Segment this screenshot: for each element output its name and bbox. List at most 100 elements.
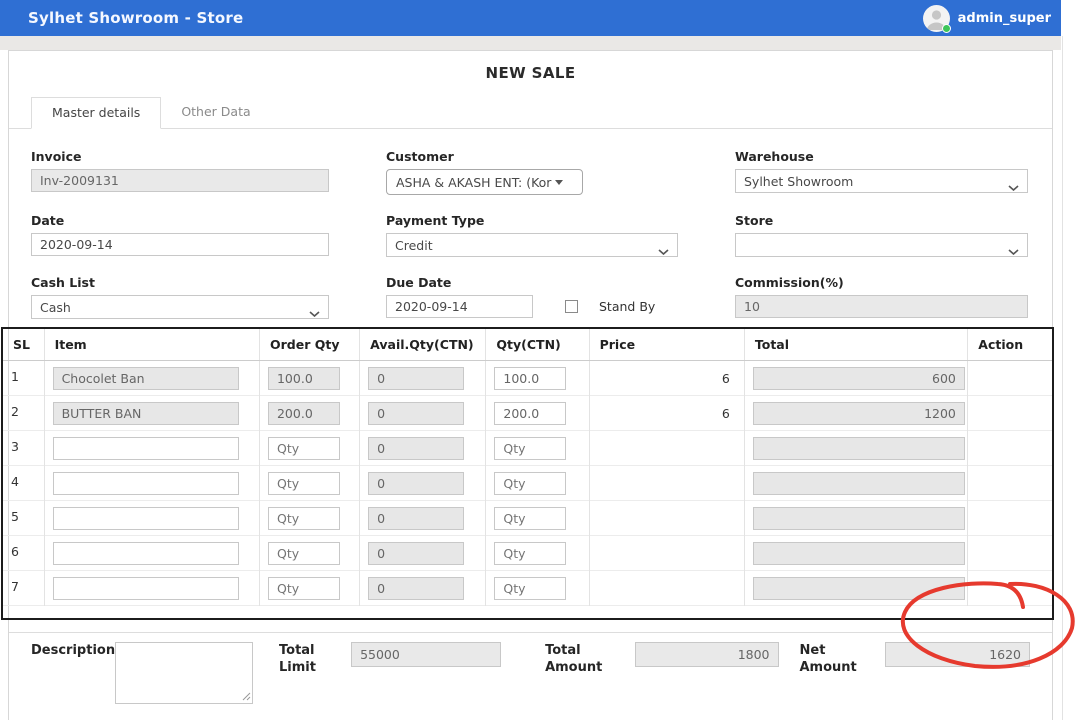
- action-cell: [968, 571, 1053, 606]
- header-shadow-strip: [0, 36, 1061, 50]
- item-input[interactable]: [53, 402, 239, 425]
- store-select[interactable]: [735, 233, 1028, 257]
- avail-qty-cell: [360, 396, 486, 431]
- cash-list-select[interactable]: Cash: [31, 295, 329, 319]
- customer-dropdown[interactable]: ASHA & AKASH ENT: (Kor: [386, 169, 583, 195]
- total-cell: [744, 396, 967, 431]
- stand-by-checkbox[interactable]: [565, 300, 578, 313]
- price-cell: [589, 536, 744, 571]
- qty-input[interactable]: [494, 542, 566, 565]
- tab-bar: Master details Other Data: [9, 97, 1052, 129]
- chevron-down-icon: [1008, 243, 1019, 257]
- col-order-qty: Order Qty: [259, 328, 359, 361]
- row-sl: 2: [2, 396, 44, 431]
- avail-qty-input[interactable]: [368, 577, 464, 600]
- item-input[interactable]: [53, 542, 239, 565]
- avail-qty-input[interactable]: [368, 507, 464, 530]
- total-input[interactable]: [753, 472, 965, 495]
- invoice-label: Invoice: [31, 149, 329, 164]
- chevron-down-icon: [309, 305, 320, 319]
- order-qty-input[interactable]: [268, 437, 340, 460]
- order-qty-input[interactable]: [268, 367, 340, 390]
- total-amount-input[interactable]: [635, 642, 779, 667]
- online-status-dot: [942, 24, 951, 33]
- item-input[interactable]: [53, 367, 239, 390]
- qty-input[interactable]: [494, 367, 566, 390]
- qty-input[interactable]: [494, 472, 566, 495]
- warehouse-select[interactable]: Sylhet Showroom: [735, 169, 1028, 193]
- tab-master-details[interactable]: Master details: [31, 97, 161, 129]
- user-avatar[interactable]: [923, 5, 950, 32]
- total-amount-label: Total Amount: [545, 642, 603, 677]
- payment-type-select[interactable]: Credit: [386, 233, 678, 257]
- date-input[interactable]: [31, 233, 329, 256]
- tab-other-data[interactable]: Other Data: [161, 97, 270, 128]
- avail-qty-cell: [360, 431, 486, 466]
- order-qty-cell: [259, 396, 359, 431]
- action-cell: [968, 431, 1053, 466]
- invoice-input[interactable]: [31, 169, 329, 192]
- qty-input[interactable]: [494, 577, 566, 600]
- row-sl: 3: [2, 431, 44, 466]
- avail-qty-input[interactable]: [368, 437, 464, 460]
- action-cell: [968, 536, 1053, 571]
- avail-qty-cell: [360, 466, 486, 501]
- date-label: Date: [31, 213, 329, 228]
- item-cell: [44, 571, 259, 606]
- item-input[interactable]: [53, 472, 239, 495]
- table-row: 5: [2, 501, 1053, 536]
- total-input[interactable]: [753, 437, 965, 460]
- warehouse-value: Sylhet Showroom: [744, 174, 853, 189]
- avail-qty-input[interactable]: [368, 367, 464, 390]
- order-qty-input[interactable]: [268, 472, 340, 495]
- qty-input[interactable]: [494, 437, 566, 460]
- col-avail-qty: Avail.Qty(CTN): [360, 328, 486, 361]
- item-input[interactable]: [53, 437, 239, 460]
- qty-cell: [486, 431, 589, 466]
- logged-in-username: admin_super: [958, 11, 1051, 26]
- order-qty-input[interactable]: [268, 507, 340, 530]
- payment-type-value: Credit: [395, 238, 433, 253]
- price-cell: 6: [589, 396, 744, 431]
- avail-qty-cell: [360, 571, 486, 606]
- total-cell: [744, 466, 967, 501]
- item-input[interactable]: [53, 577, 239, 600]
- col-action: Action: [968, 328, 1053, 361]
- order-qty-cell: [259, 466, 359, 501]
- table-spacer-row: [2, 606, 1053, 619]
- row-sl: 1: [2, 361, 44, 396]
- total-input[interactable]: [753, 542, 965, 565]
- total-input[interactable]: [753, 402, 965, 425]
- col-sl: SL: [2, 328, 44, 361]
- total-input[interactable]: [753, 507, 965, 530]
- table-row: 16: [2, 361, 1053, 396]
- total-cell: [744, 501, 967, 536]
- action-cell: [968, 466, 1053, 501]
- order-qty-input[interactable]: [268, 577, 340, 600]
- avail-qty-input[interactable]: [368, 472, 464, 495]
- form-row-1: Invoice Customer ASHA & AKASH ENT: (Kor …: [9, 129, 1052, 195]
- avail-qty-input[interactable]: [368, 542, 464, 565]
- resize-grip-icon[interactable]: [242, 686, 251, 705]
- commission-input[interactable]: [735, 295, 1028, 318]
- total-limit-label: Total Limit: [279, 642, 329, 677]
- qty-cell: [486, 361, 589, 396]
- total-input[interactable]: [753, 577, 965, 600]
- item-input[interactable]: [53, 507, 239, 530]
- form-row-2: Date Payment Type Credit Store: [9, 195, 1052, 257]
- cash-list-label: Cash List: [31, 275, 329, 290]
- order-qty-input[interactable]: [268, 402, 340, 425]
- description-textarea[interactable]: [115, 642, 253, 704]
- net-amount-input[interactable]: [885, 642, 1030, 667]
- qty-input[interactable]: [494, 402, 566, 425]
- total-input[interactable]: [753, 367, 965, 390]
- qty-input[interactable]: [494, 507, 566, 530]
- order-qty-input[interactable]: [268, 542, 340, 565]
- due-date-input[interactable]: [386, 295, 533, 318]
- stand-by-label: Stand By: [599, 299, 655, 314]
- total-limit-input[interactable]: [351, 642, 501, 667]
- action-cell: [968, 361, 1053, 396]
- row-sl: 6: [2, 536, 44, 571]
- avail-qty-cell: [360, 501, 486, 536]
- avail-qty-input[interactable]: [368, 402, 464, 425]
